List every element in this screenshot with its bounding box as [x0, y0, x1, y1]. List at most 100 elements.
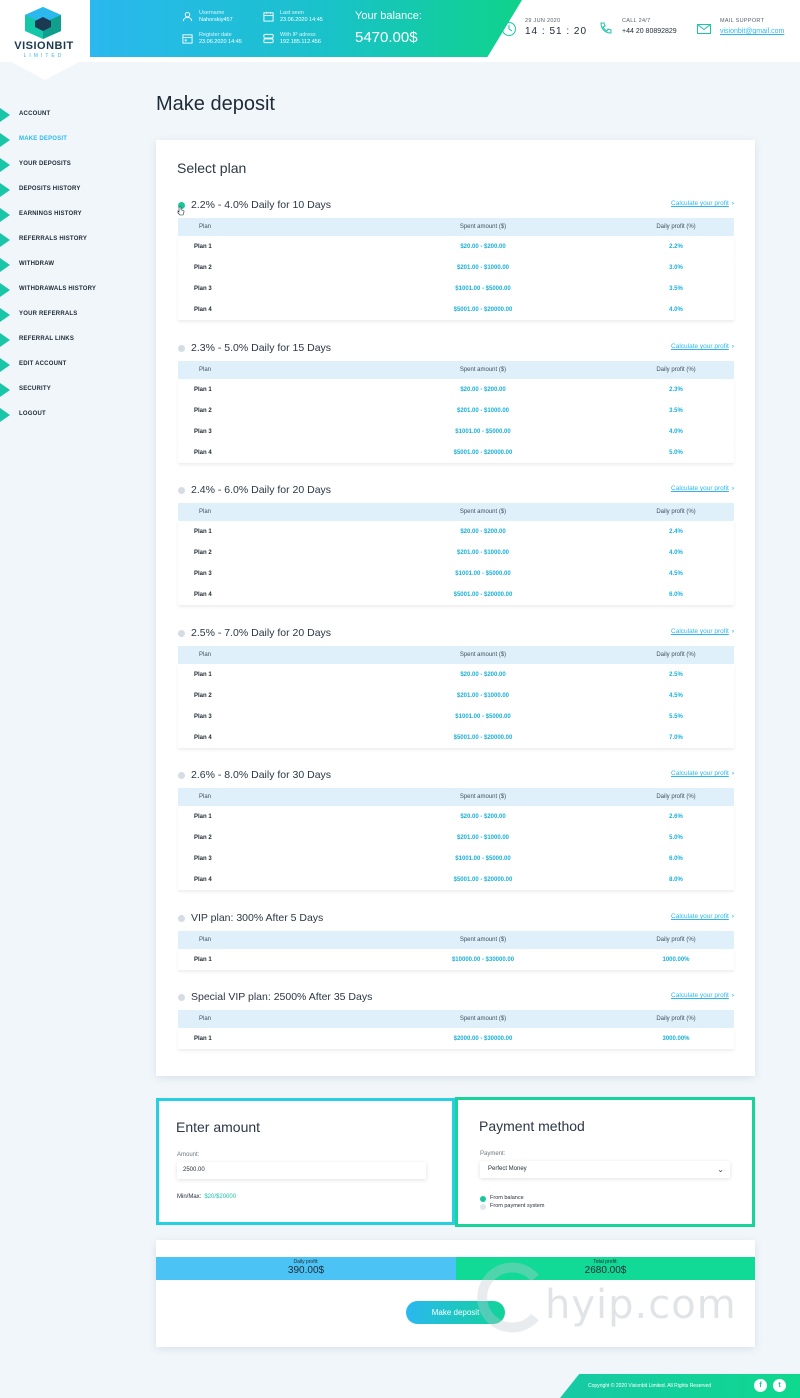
plan-option[interactable]: 2.5% - 7.0% Daily for 20 Days Calculate y…	[178, 627, 734, 641]
daily-profit-cell: 4.0%	[669, 549, 683, 556]
plan-title: 2.6% - 8.0% Daily for 30 Days	[191, 769, 332, 781]
calculate-profit-link[interactable]: Calculate your profit ›	[671, 200, 734, 207]
calculate-profit-label: Calculate your profit	[671, 770, 729, 777]
daily-profit-cell: 3.5%	[669, 407, 683, 414]
plan-radio[interactable]	[178, 772, 185, 779]
email-link[interactable]: visionbit@gmail.com	[720, 28, 784, 35]
plan-name-cell: Plan 4	[194, 591, 212, 598]
amount-input[interactable]: 2500.00	[177, 1162, 426, 1179]
select-plan-title: Select plan	[177, 160, 247, 176]
payment-select[interactable]: Perfect Money ⌄	[480, 1161, 730, 1178]
plan-radio[interactable]	[178, 915, 185, 922]
calculate-profit-link[interactable]: Calculate your profit ›	[671, 485, 734, 492]
plan-name-cell: Plan 2	[194, 549, 212, 556]
sidebar-item-security[interactable]: SECURITY	[0, 383, 120, 397]
table-row: Plan 1 $20.00 - $200.00 2.6%	[178, 806, 734, 827]
col-spent-header: Spent amount ($)	[459, 794, 507, 800]
telegram-icon[interactable]: t	[773, 1379, 786, 1392]
sidebar-item-your-referrals[interactable]: YOUR REFERRALS	[0, 308, 120, 322]
calculate-profit-link[interactable]: Calculate your profit ›	[671, 343, 734, 350]
table-header-row: Plan Spent amount ($) Daily profit (%)	[178, 788, 734, 806]
last-seen-value: 23.06.2020 14:45	[280, 17, 323, 23]
sidebar-item-withdrawals-history[interactable]: WITHDRAWALS HISTORY	[0, 283, 120, 297]
calculate-profit-link[interactable]: Calculate your profit ›	[671, 770, 734, 777]
sidebar-item-earnings-history[interactable]: EARNINGS HISTORY	[0, 208, 120, 222]
plan-radio[interactable]	[178, 994, 185, 1001]
plan-option[interactable]: 2.2% - 4.0% Daily for 10 Days Calculate y…	[177, 199, 734, 216]
table-row: Plan 2 $201.00 - $1000.00 3.0%	[178, 257, 734, 278]
table-row: Plan 2 $201.00 - $1000.00 4.5%	[178, 685, 734, 706]
plan-option[interactable]: 2.6% - 8.0% Daily for 30 Days Calculate y…	[178, 769, 734, 783]
calculate-profit-label: Calculate your profit	[671, 913, 729, 920]
hand-cursor-icon	[177, 206, 185, 216]
plan-option[interactable]: VIP plan: 300% After 5 Days Calculate you…	[178, 912, 734, 926]
chevron-right-icon: ›	[731, 343, 734, 350]
plan-table: Plan Spent amount ($) Daily profit (%) Plan…	[178, 1010, 734, 1049]
col-profit-header: Daily profit (%)	[656, 794, 696, 800]
plan-option[interactable]: 2.3% - 5.0% Daily for 15 Days Calculate y…	[178, 342, 734, 356]
select-plan-card: Select plan 2.2% - 4.0% Daily for 10 Day…	[156, 140, 755, 1076]
col-profit-header: Daily profit (%)	[656, 367, 696, 373]
sidebar-item-logout[interactable]: LOGOUT	[0, 408, 120, 422]
spent-amount-cell: $5001.00 - $20000.00	[453, 876, 513, 883]
sidebar-item-label: EARNINGS HISTORY	[19, 211, 82, 217]
enter-amount-title: Enter amount	[176, 1119, 261, 1135]
table-row: Plan 1 $2000.00 - $30000.00 3000.00%	[178, 1028, 734, 1049]
mail-icon	[697, 24, 711, 34]
plan-name-cell: Plan 4	[194, 449, 212, 456]
col-plan-header: Plan	[199, 224, 212, 230]
table-header-row: Plan Spent amount ($) Daily profit (%)	[178, 646, 734, 664]
sidebar-item-account[interactable]: ACCOUNT	[0, 108, 120, 122]
payment-selected-value: Perfect Money	[488, 1166, 527, 1172]
col-spent-header: Spent amount ($)	[459, 652, 507, 658]
make-deposit-button[interactable]: Make deposit	[406, 1301, 505, 1324]
daily-profit-cell: 6.0%	[669, 855, 683, 862]
calculate-profit-link[interactable]: Calculate your profit ›	[671, 628, 734, 635]
sidebar-item-your-deposits[interactable]: YOUR DEPOSITS	[0, 158, 120, 172]
triangle-icon	[0, 233, 10, 247]
plan-name-cell: Plan 3	[194, 713, 212, 720]
table-header-row: Plan Spent amount ($) Daily profit (%)	[178, 931, 734, 949]
min-max-info: Min/Max: $20/$20000	[177, 1194, 236, 1200]
sidebar-item-label: LOGOUT	[19, 411, 46, 417]
sidebar-item-referrals-history[interactable]: REFERRALS HISTORY	[0, 233, 120, 247]
plan-table: Plan Spent amount ($) Daily profit (%) Plan…	[178, 361, 734, 463]
call-label: CALL 24/7	[622, 18, 651, 24]
plan-name-cell: Plan 3	[194, 855, 212, 862]
chevron-right-icon: ›	[731, 200, 734, 207]
sidebar-item-edit-account[interactable]: EDIT ACCOUNT	[0, 358, 120, 372]
spent-amount-cell: $201.00 - $1000.00	[456, 549, 510, 556]
calculate-profit-link[interactable]: Calculate your profit ›	[671, 992, 734, 999]
spent-amount-cell: $20.00 - $200.00	[460, 813, 506, 820]
calculate-profit-link[interactable]: Calculate your profit ›	[671, 913, 734, 920]
chevron-right-icon: ›	[731, 992, 734, 999]
logo[interactable]: VISIONBIT LIMITED	[0, 0, 90, 80]
sidebar-item-deposits-history[interactable]: DEPOSITS HISTORY	[0, 183, 120, 197]
facebook-icon[interactable]: f	[754, 1379, 767, 1392]
plan-table: Plan Spent amount ($) Daily profit (%) Plan…	[178, 646, 734, 748]
plan-option[interactable]: 2.4% - 6.0% Daily for 20 Days Calculate y…	[178, 484, 734, 498]
payment-method-panel: Payment method Payment: Perfect Money ⌄ …	[455, 1097, 755, 1227]
daily-profit-cell: 5.5%	[669, 713, 683, 720]
chevron-right-icon: ›	[731, 770, 734, 777]
plan-radio[interactable]	[178, 487, 185, 494]
col-profit-header: Daily profit (%)	[656, 1016, 696, 1022]
brand-sub: LIMITED	[23, 53, 65, 59]
triangle-icon	[0, 158, 10, 172]
plan-radio[interactable]	[178, 345, 185, 352]
sidebar-item-withdraw[interactable]: WITHDRAW	[0, 258, 120, 272]
triangle-icon	[0, 308, 10, 322]
sidebar-item-referral-links[interactable]: REFERRAL LINKS	[0, 333, 120, 347]
col-plan-header: Plan	[199, 509, 212, 515]
total-profit-value: 2680.00$	[584, 1265, 627, 1276]
plan-option[interactable]: Special VIP plan: 2500% After 35 Days Cal…	[178, 991, 734, 1005]
col-profit-header: Daily profit (%)	[656, 224, 696, 230]
spent-amount-cell: $5001.00 - $20000.00	[453, 734, 513, 741]
triangle-icon	[0, 258, 10, 272]
plan-table: Plan Spent amount ($) Daily profit (%) Plan…	[178, 218, 734, 320]
mail-label: MAIL SUPPORT	[720, 18, 765, 24]
plan-radio[interactable]	[178, 630, 185, 637]
col-profit-header: Daily profit (%)	[656, 937, 696, 943]
radio-dot-icon	[480, 1204, 486, 1210]
sidebar-item-make-deposit[interactable]: MAKE DEPOSIT	[0, 133, 120, 147]
